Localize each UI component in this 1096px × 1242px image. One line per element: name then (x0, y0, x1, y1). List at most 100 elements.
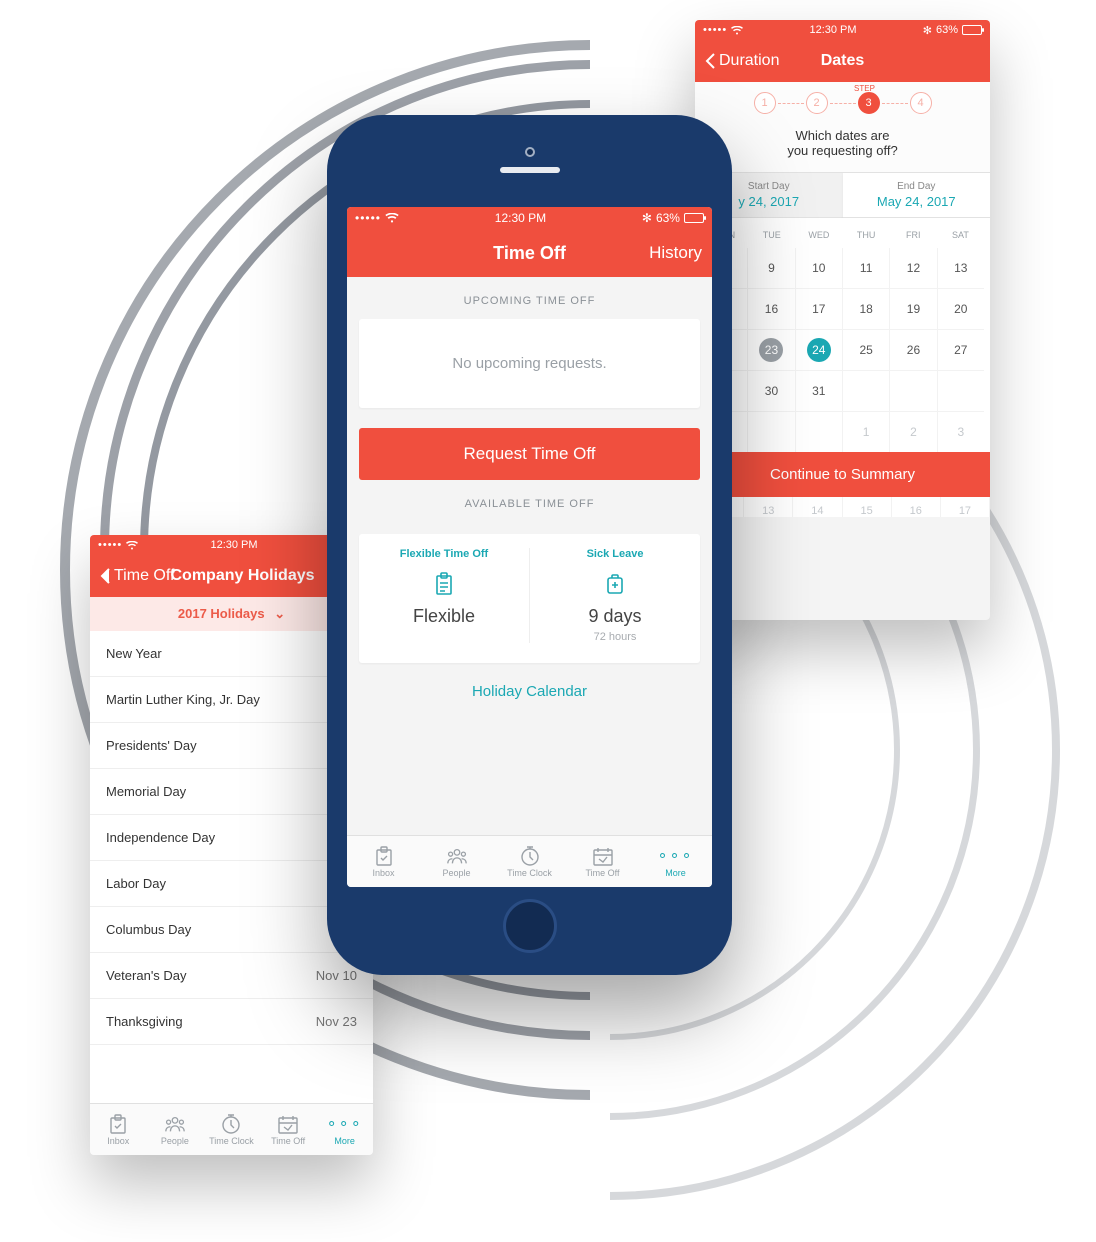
calendar-day: 15 (843, 497, 892, 517)
back-button[interactable]: Time Off (100, 567, 174, 585)
signal-icon: ••••• (355, 211, 381, 225)
calendar-peek-row: 121314151617 (695, 497, 990, 517)
calendar-day[interactable]: 17 (796, 289, 843, 330)
dates-screen: ••••• 12:30 PM ✻63% Duration Dates STEP … (695, 20, 990, 620)
tab-label: Time Clock (507, 868, 552, 878)
calendar-day: 13 (744, 497, 793, 517)
phone-home-button[interactable] (503, 899, 557, 953)
calendar-day[interactable]: 23 (748, 330, 795, 371)
calendar-day[interactable]: 19 (890, 289, 937, 330)
available-card: Flexible Time Off Flexible Sick Leave 9 … (359, 534, 700, 663)
status-time: 12:30 PM (210, 539, 257, 551)
tab-icon (277, 1114, 299, 1134)
wifi-icon (385, 213, 399, 223)
wifi-icon (731, 26, 743, 35)
calendar-day[interactable]: 1 (843, 412, 890, 452)
status-bar: ••••• 12:30 PM ✻63% (695, 20, 990, 40)
weekday-header: FRI (890, 226, 937, 248)
holiday-calendar-link[interactable]: Holiday Calendar (347, 663, 712, 720)
calendar-day[interactable]: 16 (748, 289, 795, 330)
phone-speaker (500, 167, 560, 173)
upcoming-section-header: UPCOMING TIME OFF (347, 277, 712, 319)
calendar-day (843, 371, 890, 412)
calendar-day (748, 412, 795, 452)
flexible-time-off-tile[interactable]: Flexible Time Off Flexible (359, 548, 529, 643)
calendar-day[interactable]: 13 (938, 248, 984, 289)
weekday-header: TUE (748, 226, 795, 248)
tab-icon (519, 846, 541, 866)
tab-label: Time Off (271, 1136, 305, 1146)
holiday-name: Memorial Day (106, 784, 186, 799)
step-dot-4: 4 (910, 92, 932, 114)
holiday-name: Independence Day (106, 830, 215, 845)
battery-icon (962, 25, 982, 35)
holiday-name: Thanksgiving (106, 1014, 183, 1029)
calendar-day[interactable]: 26 (890, 330, 937, 371)
tab-icon: ∘∘∘ (334, 1114, 356, 1134)
status-time: 12:30 PM (495, 211, 546, 225)
holiday-name: Labor Day (106, 876, 166, 891)
calendar-day[interactable]: 3 (938, 412, 984, 452)
bluetooth-icon: ✻ (642, 211, 652, 225)
history-link[interactable]: History (649, 243, 702, 263)
tab-people[interactable]: People (420, 836, 493, 887)
back-button[interactable]: Duration (705, 52, 779, 70)
step-dot-3: 3 (858, 92, 880, 114)
calendar-day[interactable]: 31 (796, 371, 843, 412)
calendar-day[interactable]: 11 (843, 248, 890, 289)
step-dot-2: 2 (806, 92, 828, 114)
end-day-tab[interactable]: End Day May 24, 2017 (843, 172, 991, 218)
back-label: Time Off (114, 567, 174, 585)
calendar-day[interactable]: 20 (938, 289, 984, 330)
tab-time-clock[interactable]: Time Clock (203, 1104, 260, 1155)
calendar-day[interactable]: 25 (843, 330, 890, 371)
calendar-day[interactable]: 18 (843, 289, 890, 330)
tab-label: Time Off (585, 868, 619, 878)
calendar-day (890, 371, 937, 412)
tab-inbox[interactable]: Inbox (90, 1104, 147, 1155)
tab-inbox[interactable]: Inbox (347, 836, 420, 887)
holiday-name: Martin Luther King, Jr. Day (106, 692, 260, 707)
holiday-row[interactable]: ThanksgivingNov 23 (90, 999, 373, 1045)
tab-more[interactable]: ∘∘∘ More (639, 836, 712, 887)
calendar-day (796, 412, 843, 452)
calendar-day: 17 (941, 497, 990, 517)
tab-people[interactable]: People (147, 1104, 204, 1155)
request-time-off-button[interactable]: Request Time Off (359, 428, 700, 480)
holiday-row[interactable]: Veteran's DayNov 10 (90, 953, 373, 999)
calendar-day: 16 (892, 497, 941, 517)
bluetooth-icon: ✻ (923, 24, 932, 37)
calendar-day[interactable]: 27 (938, 330, 984, 371)
tab-more[interactable]: ∘∘∘More (316, 1104, 373, 1155)
sick-leave-tile[interactable]: Sick Leave 9 days 72 hours (529, 548, 700, 643)
calendar-day[interactable]: 24 (796, 330, 843, 371)
tab-icon (592, 846, 614, 866)
dates-question: Which dates are you requesting off? (695, 120, 990, 172)
tab-time-off[interactable]: Time Off (260, 1104, 317, 1155)
tab-label: People (442, 868, 470, 878)
calendar-day[interactable]: 9 (748, 248, 795, 289)
back-label: Duration (719, 52, 779, 70)
tab-time-clock[interactable]: Time Clock (493, 836, 566, 887)
tab-label: Inbox (107, 1136, 129, 1146)
tab-label: More (665, 868, 686, 878)
weekday-header: SAT (937, 226, 984, 248)
tab-icon: ∘∘∘ (665, 846, 687, 866)
calendar-day[interactable]: 12 (890, 248, 937, 289)
tab-label: Time Clock (209, 1136, 254, 1146)
tab-icon (446, 846, 468, 866)
clipboard-icon (359, 570, 529, 598)
calendar-day[interactable]: 30 (748, 371, 795, 412)
step-indicator: STEP 1234 (695, 82, 990, 120)
tab-time-off[interactable]: Time Off (566, 836, 639, 887)
medical-icon (530, 570, 700, 598)
calendar-day[interactable]: 2 (890, 412, 937, 452)
status-bar: ••••• 12:30 PM ✻63% (347, 207, 712, 229)
calendar-day[interactable]: 10 (796, 248, 843, 289)
weekday-header: WED (795, 226, 842, 248)
tab-icon (220, 1114, 242, 1134)
tab-bar: Inbox People Time Clock Time Off ∘∘∘More (90, 1103, 373, 1155)
tab-label: People (161, 1136, 189, 1146)
continue-button[interactable]: Continue to Summary (695, 452, 990, 497)
upcoming-card: No upcoming requests. (359, 319, 700, 408)
